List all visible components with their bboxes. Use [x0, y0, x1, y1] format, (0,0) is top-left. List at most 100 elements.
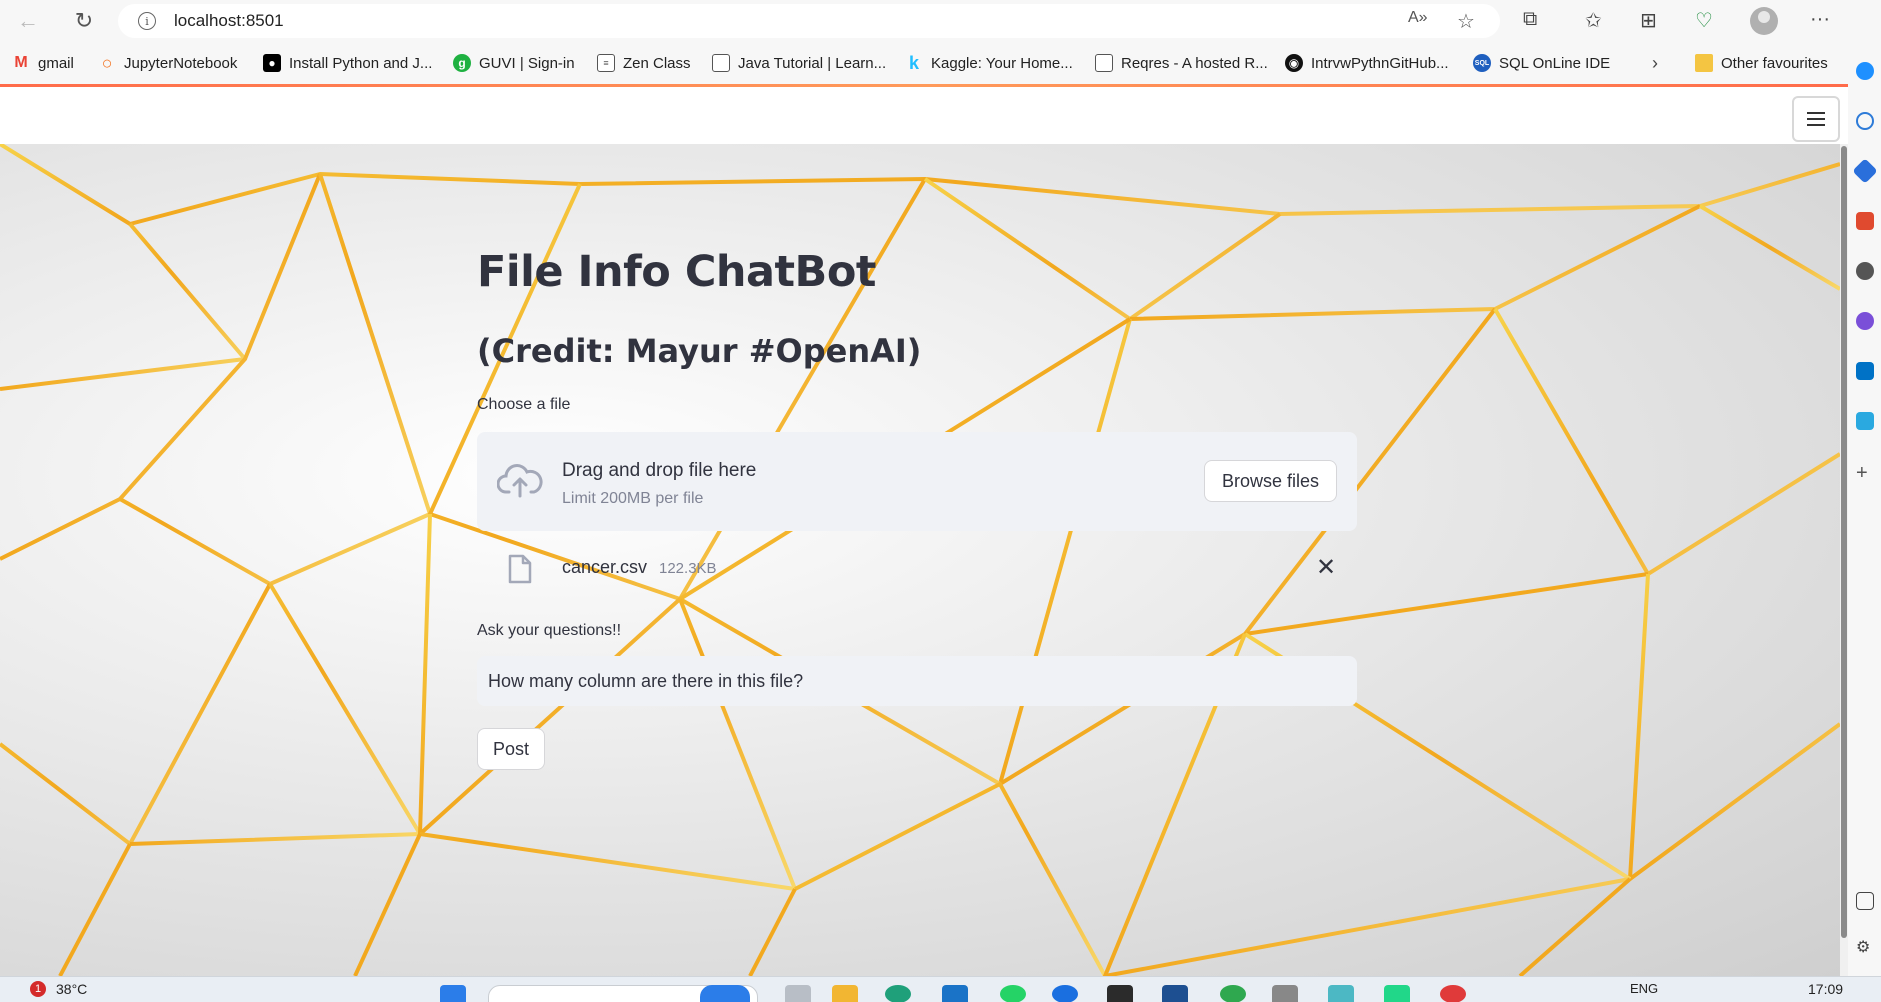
app-header	[0, 87, 1848, 144]
more-menu-icon[interactable]: ···	[1810, 8, 1830, 31]
cloud-upload-icon	[497, 464, 543, 498]
messenger-icon[interactable]	[1052, 985, 1078, 1002]
bookmark-github[interactable]: ◉ IntrvwPythnGitHub...	[1285, 52, 1449, 74]
github-icon: ◉	[1285, 54, 1303, 72]
browser-essentials-icon[interactable]: ♡	[1695, 8, 1713, 33]
bookmark-label: IntrvwPythnGitHub...	[1311, 54, 1449, 72]
send-icon[interactable]	[1856, 412, 1874, 430]
settings-gear-icon[interactable]: ⚙	[1856, 937, 1874, 956]
bookmark-sql-online[interactable]: SQL SQL OnLine IDE	[1473, 52, 1610, 74]
store-icon[interactable]	[942, 985, 968, 1002]
read-aloud-icon[interactable]: A»	[1408, 9, 1428, 27]
notification-badge: 1	[30, 981, 46, 997]
page-title: File Info ChatBot	[477, 247, 876, 297]
remove-file-close-icon[interactable]: ✕	[1313, 554, 1339, 581]
info-icon[interactable]: i	[138, 12, 156, 30]
bookmark-label: Zen Class	[623, 54, 691, 72]
terminal-icon[interactable]	[1107, 985, 1133, 1002]
bookmark-label: Other favourites	[1721, 54, 1828, 72]
kaggle-icon: k	[908, 52, 919, 73]
browse-files-button[interactable]: Browse files	[1204, 460, 1337, 502]
file-dropzone[interactable]: Drag and drop file here Limit 200MB per …	[477, 432, 1357, 531]
bookmark-kaggle[interactable]: k Kaggle: Your Home...	[905, 52, 1073, 74]
bookmark-label: gmail	[38, 54, 74, 72]
post-button[interactable]: Post	[477, 728, 545, 770]
temperature-text: 38°C	[56, 981, 88, 997]
refresh-icon[interactable]: ↻	[66, 3, 102, 39]
file-explorer-icon[interactable]	[832, 985, 858, 1002]
favorites-icon[interactable]: ✩	[1585, 8, 1602, 33]
bookmark-label: Java Tutorial | Learn...	[738, 54, 887, 72]
bookmark-java-tutorial[interactable]: Java Tutorial | Learn...	[712, 52, 886, 74]
uploader-label: Choose a file	[477, 396, 571, 413]
dropzone-limit: Limit 200MB per file	[562, 490, 704, 507]
bookmark-label: Install Python and J...	[289, 54, 433, 72]
main-menu-hamburger-icon[interactable]	[1792, 96, 1840, 142]
recorder-icon[interactable]	[1440, 985, 1466, 1002]
bookmark-install-python[interactable]: ● Install Python and J...	[263, 52, 432, 74]
taskbar-clock[interactable]: 17:09	[1808, 981, 1843, 997]
guvi-icon: g	[453, 54, 471, 72]
weather-widget[interactable]: 1 38°C	[30, 981, 87, 997]
profile-avatar[interactable]	[1750, 7, 1778, 35]
task-view-icon[interactable]	[785, 985, 811, 1002]
sync-app-icon[interactable]	[1220, 985, 1246, 1002]
outlook-icon[interactable]	[1856, 362, 1874, 380]
collections-icon[interactable]: ⊞	[1640, 8, 1657, 33]
bookmark-reqres[interactable]: Reqres - A hosted R...	[1095, 52, 1268, 74]
remote-desktop-icon[interactable]	[1162, 985, 1188, 1002]
bookmarks-overflow-chevron-icon[interactable]: ›	[1652, 52, 1658, 74]
zen-icon: ≡	[597, 54, 615, 72]
browser-toolbar: ← ↻ i localhost:8501 A» ☆ ⧉ ✩ ⊞ ♡ ···	[0, 0, 1881, 42]
dropzone-title: Drag and drop file here	[562, 460, 757, 481]
calculator-icon[interactable]	[1272, 985, 1298, 1002]
sql-icon: SQL	[1473, 54, 1491, 72]
question-label: Ask your questions!!	[477, 622, 622, 639]
uploaded-file-size: 122.3KB	[659, 560, 717, 577]
edge-browser-icon[interactable]	[885, 985, 911, 1002]
uploaded-file-name: cancer.csv	[562, 557, 648, 577]
url-text: localhost:8501	[174, 11, 284, 30]
question-input[interactable]: How many column are there in this file?	[477, 656, 1357, 706]
start-windows-icon[interactable]	[440, 985, 466, 1002]
favorite-star-icon[interactable]: ☆	[1457, 9, 1475, 34]
bookmark-label: Reqres - A hosted R...	[1121, 54, 1268, 72]
address-bar[interactable]: i localhost:8501	[118, 4, 1500, 38]
bookmark-label: Kaggle: Your Home...	[931, 54, 1073, 72]
page-scrollbar[interactable]	[1840, 144, 1848, 976]
medium-icon: ●	[263, 54, 281, 72]
bookmark-label: GUVI | Sign-in	[479, 54, 575, 72]
scrollbar-thumb[interactable]	[1841, 146, 1847, 938]
bookmark-guvi[interactable]: g GUVI | Sign-in	[453, 52, 575, 74]
games-icon[interactable]	[1856, 262, 1874, 280]
bookmark-jupyter[interactable]: ○ JupyterNotebook	[98, 52, 238, 74]
windows-taskbar: 1 38°C ENG 17:09	[0, 976, 1881, 1002]
bookmark-gmail[interactable]: Mgmail	[12, 52, 74, 74]
jupyter-icon: ○	[101, 52, 113, 73]
gmail-icon: M	[14, 54, 28, 71]
add-icon[interactable]: +	[1856, 462, 1874, 484]
back-arrow-icon[interactable]: ←	[10, 3, 46, 39]
bookmarks-bar: Mgmail ○ JupyterNotebook ● Install Python …	[0, 42, 1881, 84]
search-highlight-icon	[700, 985, 750, 1002]
shopping-icon[interactable]	[1852, 158, 1878, 184]
window-icon[interactable]	[1856, 892, 1874, 910]
page-subtitle: (Credit: Mayur #OpenAI)	[477, 332, 922, 370]
extensions-icon[interactable]: ⧉	[1523, 8, 1537, 31]
whatsapp-icon[interactable]	[1000, 985, 1026, 1002]
file-icon	[508, 554, 532, 584]
bookmark-other-favourites[interactable]: Other favourites	[1695, 52, 1828, 74]
uploaded-file-row: cancer.csv 122.3KB ✕	[477, 544, 1357, 592]
search-icon[interactable]	[1856, 112, 1874, 130]
microsoft-365-icon[interactable]	[1856, 312, 1874, 330]
edge-sidebar: + ⚙	[1848, 42, 1881, 976]
bookmark-zen-class[interactable]: ≡ Zen Class	[597, 52, 691, 74]
pycharm-icon[interactable]	[1384, 985, 1410, 1002]
folder-icon	[1695, 54, 1713, 72]
copilot-icon[interactable]	[1856, 62, 1874, 80]
language-indicator[interactable]: ENG	[1630, 981, 1658, 996]
spreadsheet-app-icon[interactable]	[1328, 985, 1354, 1002]
page-icon	[712, 54, 730, 72]
bookmark-label: SQL OnLine IDE	[1499, 54, 1611, 72]
tools-icon[interactable]	[1856, 212, 1874, 230]
